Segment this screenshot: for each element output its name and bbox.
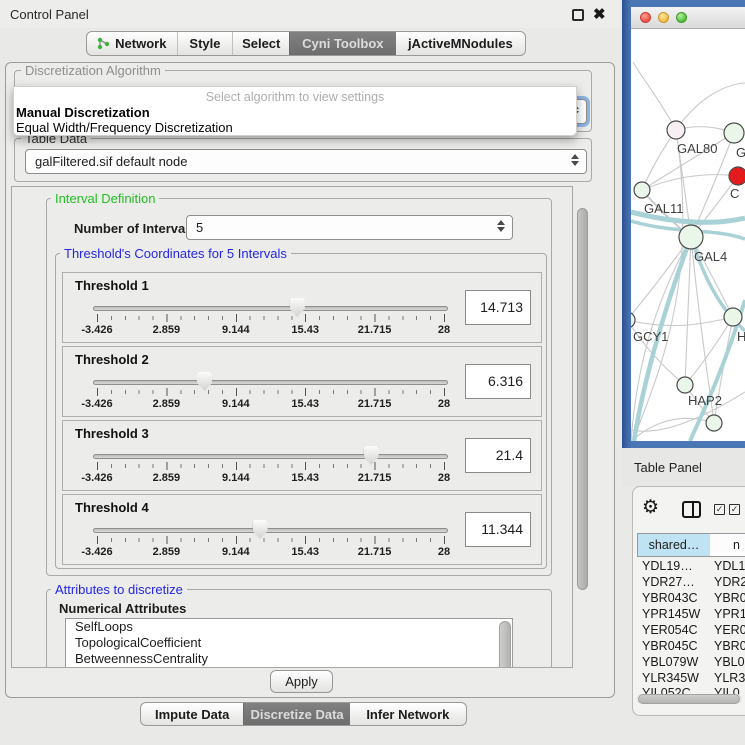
table-row[interactable]: YDL19…YDL1 (637, 558, 745, 574)
close-traffic-light-icon[interactable] (640, 12, 651, 23)
slider-tick-labels: -3.426 2.859 9.144 15.43 21.715 28 (97, 324, 444, 337)
attributes-group: Attributes to discretize Numerical Attri… (46, 589, 552, 668)
threshold-coordinates-group: Threshold's Coordinates for 5 Intervals … (55, 253, 547, 569)
threshold-3-value-field[interactable]: 21.4 (465, 438, 531, 473)
apply-button[interactable]: Apply (270, 670, 333, 693)
threshold-3-panel: Threshold 3 -3.426 2.859 9.144 15.43 21.… (62, 420, 542, 491)
tab-cyni-toolbox[interactable]: Cyni Toolbox (289, 32, 396, 55)
settings-viewport: Interval Definition Number of Intervals … (11, 186, 573, 668)
slider-tick-labels: -3.426 2.859 9.144 15.43 21.715 28 (97, 398, 444, 411)
node-label: GAL4 (694, 249, 727, 264)
slider-track[interactable] (93, 380, 448, 385)
node-gal4[interactable] (679, 225, 703, 249)
slider-ticks (97, 462, 445, 470)
table-row[interactable]: YBL079WYBL0 (637, 654, 745, 670)
node-hap2[interactable] (677, 377, 693, 393)
checkbox-icon[interactable]: ✓ (729, 504, 740, 515)
table-row[interactable]: YDR27…YDR2 (637, 574, 745, 590)
panel-title: Control Panel (10, 7, 89, 22)
slider-ticks (97, 314, 445, 322)
tab-impute-data[interactable]: Impute Data (141, 703, 243, 725)
network-window-titlebar[interactable] (631, 7, 745, 29)
group-title: Discretization Algorithm (21, 63, 165, 78)
table-data-group: Table Data galFiltered.sif default node (14, 138, 592, 182)
list-item[interactable]: TopologicalCoefficient (66, 635, 512, 651)
cyni-mode-tabs: Impute Data Discretize Data Infer Networ… (140, 702, 467, 726)
number-of-intervals-combobox[interactable]: 5 (186, 215, 513, 240)
slider-track[interactable] (93, 528, 448, 533)
checkbox-icon[interactable]: ✓ (714, 504, 725, 515)
slider-ticks (97, 388, 445, 396)
list-item[interactable]: BetweennessCentrality (66, 651, 512, 667)
table-row[interactable]: YPR145WYPR1 (637, 606, 745, 622)
threshold-2-panel: Threshold 2 -3.426 2.859 9.144 15.43 21.… (62, 346, 542, 417)
node-gal11[interactable] (634, 182, 650, 198)
table-horizontal-scrollbar[interactable] (636, 694, 742, 704)
spinner-icon (571, 154, 579, 166)
control-panel-titlebar: Control Panel ✖ (0, 0, 620, 28)
numerical-attributes-label: Numerical Attributes (59, 601, 186, 616)
list-item[interactable]: SelfLoops (66, 619, 512, 635)
node-label: HAP2 (688, 393, 722, 408)
menu-item-equal-width-frequency[interactable]: Equal Width/Frequency Discretization (16, 120, 233, 135)
tab-network[interactable]: Network (87, 32, 177, 55)
slider-ticks (97, 536, 445, 544)
node-gcy1[interactable] (631, 312, 635, 328)
node-label: C (730, 186, 739, 201)
table-data-combobox[interactable]: galFiltered.sif default node (25, 149, 587, 174)
close-icon[interactable]: ✖ (593, 5, 606, 23)
node-label: GAL11 (644, 201, 684, 216)
slider-track[interactable] (93, 306, 448, 311)
scrollbar-thumb[interactable] (638, 694, 740, 704)
node-gal80[interactable] (667, 121, 685, 139)
network-canvas[interactable]: GAL80 GAL C GAL11 GAL4 GCY1 H HAP2 (631, 29, 745, 441)
table-row[interactable]: YBR045CYBR0 (637, 638, 745, 654)
control-panel-tabs: Network Style Select Cyni Toolbox jActiv… (86, 31, 526, 56)
threshold-1-value-field[interactable]: 14.713 (465, 290, 531, 325)
slider-tick-labels: -3.426 2.859 9.144 15.43 21.715 28 (97, 472, 444, 485)
table-panel-title: Table Panel (634, 460, 702, 475)
column-header-shared-name[interactable]: shared… (637, 533, 711, 557)
network-tab-icon (97, 37, 110, 50)
number-of-intervals-label: Number of Intervals (74, 221, 196, 236)
float-window-icon[interactable] (572, 9, 584, 21)
node-label: GAL (736, 145, 745, 160)
menu-item-manual-discretization[interactable]: Manual Discretization (16, 105, 150, 120)
column-header-name[interactable]: n (710, 533, 745, 557)
interval-definition-group: Interval Definition Number of Intervals … (46, 198, 552, 576)
threshold-4-panel: Threshold 4 -3.426 2.859 9.144 15.43 21.… (62, 494, 542, 565)
node-gal[interactable] (724, 123, 744, 143)
split-view-icon[interactable] (682, 501, 701, 518)
table-row[interactable]: YBR043CYBR0 (637, 590, 745, 606)
node-label: GCY1 (633, 329, 668, 344)
threshold-2-value-field[interactable]: 6.316 (465, 364, 531, 399)
slider-track[interactable] (93, 454, 448, 459)
tab-infer-network[interactable]: Infer Network (350, 703, 466, 725)
list-scrollbar-thumb[interactable] (499, 621, 511, 668)
tab-select[interactable]: Select (232, 32, 289, 55)
algorithm-dropdown-popup: Select algorithm to view settings Manual… (13, 86, 577, 136)
threshold-1-panel: Threshold 1 -3.426 2.859 9.144 15.43 21.… (62, 272, 542, 343)
settings-scrollbar-thumb[interactable] (577, 208, 588, 590)
node-label: H (737, 329, 745, 344)
tab-discretize-data[interactable]: Discretize Data (243, 703, 349, 725)
tab-style[interactable]: Style (177, 32, 233, 55)
node-h[interactable] (724, 308, 742, 326)
node-label: GAL80 (677, 141, 717, 156)
threshold-4-value-field[interactable]: 11.344 (465, 512, 531, 547)
gear-icon[interactable]: ⚙ (642, 498, 659, 517)
popup-placeholder-item: Select algorithm to view settings (14, 90, 576, 104)
node-bottom[interactable] (706, 415, 722, 431)
spinner-icon (497, 220, 505, 232)
slider-tick-labels: -3.426 2.859 9.144 15.43 21.715 28 (97, 546, 444, 559)
tab-jactivemnodules[interactable]: jActiveMNodules (396, 32, 525, 55)
zoom-traffic-light-icon[interactable] (676, 12, 687, 23)
numerical-attributes-list[interactable]: SelfLoops TopologicalCoefficient Between… (65, 618, 513, 668)
table-row[interactable]: YER054CYER0 (637, 622, 745, 638)
table-row[interactable]: YLR345WYLR3 (637, 670, 745, 686)
node-red-selected[interactable] (729, 167, 745, 185)
minimize-traffic-light-icon[interactable] (658, 12, 669, 23)
